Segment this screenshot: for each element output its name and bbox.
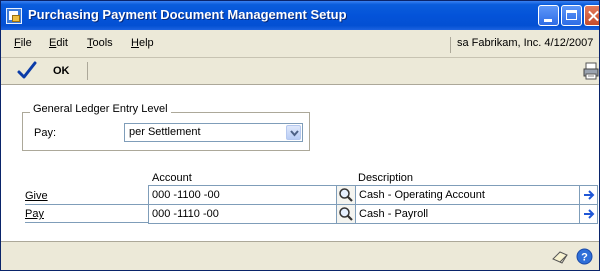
- setup-window: Purchasing Payment Document Management S…: [0, 0, 600, 271]
- menu-edit[interactable]: Edit: [49, 37, 68, 49]
- chevron-down-icon: [290, 130, 299, 137]
- description-column-header: Description: [358, 172, 414, 184]
- magnifier-icon: [339, 207, 353, 221]
- menu-help-label: elp: [138, 37, 154, 49]
- arrow-right-icon: [584, 209, 595, 219]
- dropdown-button[interactable]: [286, 125, 301, 140]
- menu-help[interactable]: Help: [131, 37, 154, 49]
- toolbar: OK: [1, 58, 599, 85]
- app-icon: [6, 8, 22, 24]
- row-label-pay[interactable]: Pay: [25, 205, 148, 223]
- svg-text:?: ?: [581, 252, 588, 264]
- window-title: Purchasing Payment Document Management S…: [28, 7, 347, 22]
- give-lookup-button[interactable]: [336, 186, 355, 204]
- checkmark-icon[interactable]: [16, 60, 38, 82]
- give-account-field[interactable]: 000 -1100 -00: [148, 185, 356, 205]
- title-bar[interactable]: Purchasing Payment Document Management S…: [1, 1, 599, 30]
- close-button[interactable]: [584, 5, 599, 26]
- give-link[interactable]: Give: [25, 190, 48, 202]
- pay-description-value: Cash - Payroll: [359, 208, 429, 220]
- arrow-right-icon: [584, 190, 595, 200]
- menu-file-label: ile: [20, 37, 32, 49]
- menu-bar: File Edit Tools Help sa Fabrikam, Inc. 4…: [1, 30, 599, 58]
- menu-file[interactable]: File: [14, 37, 32, 49]
- pay-label: Pay:: [34, 127, 57, 139]
- give-description-field[interactable]: Cash - Operating Account: [355, 185, 580, 205]
- menu-edit-label: dit: [56, 37, 68, 49]
- pay-expand-button[interactable]: [580, 204, 598, 224]
- pay-link[interactable]: Pay: [25, 208, 44, 220]
- magnifier-icon: [339, 188, 353, 202]
- menu-tools[interactable]: Tools: [87, 37, 113, 49]
- user-company-date-status: sa Fabrikam, Inc. 4/12/2007: [450, 37, 599, 53]
- pay-dropdown-value: per Settlement: [129, 126, 201, 138]
- pay-dropdown[interactable]: per Settlement: [124, 123, 303, 142]
- pay-account-field[interactable]: 000 -1110 -00: [148, 204, 356, 224]
- note-icon[interactable]: [551, 250, 569, 264]
- pay-description-field[interactable]: Cash - Payroll: [355, 204, 580, 224]
- pay-account-value: 000 -1110 -00: [152, 208, 219, 220]
- give-expand-button[interactable]: [580, 185, 598, 205]
- ok-button[interactable]: OK: [53, 65, 70, 77]
- content-area: General Ledger Entry Level Pay: per Sett…: [1, 85, 599, 241]
- row-label-give[interactable]: Give: [25, 187, 148, 205]
- help-icon[interactable]: ?: [576, 248, 593, 265]
- give-account-value: 000 -1100 -00: [152, 189, 220, 201]
- bottom-status-strip: ?: [1, 241, 599, 270]
- menu-file-mnemonic: F: [14, 37, 21, 49]
- minimize-button[interactable]: [538, 5, 559, 26]
- account-column-header: Account: [152, 172, 192, 184]
- pay-lookup-button[interactable]: [336, 205, 355, 223]
- give-description-value: Cash - Operating Account: [359, 189, 485, 201]
- group-title: General Ledger Entry Level: [30, 103, 171, 115]
- toolbar-separator: [87, 62, 88, 80]
- menu-help-mnemonic: H: [131, 37, 139, 49]
- printer-icon[interactable]: [583, 62, 599, 80]
- menu-tools-label: ools: [92, 37, 113, 49]
- maximize-button[interactable]: [561, 5, 582, 26]
